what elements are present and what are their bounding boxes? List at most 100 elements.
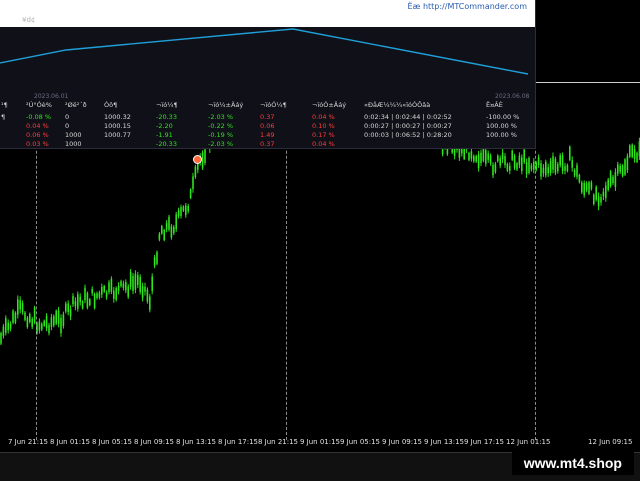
candle-body [29, 314, 31, 322]
column-header: ²Øë²´ð [65, 101, 87, 109]
candle-body [494, 163, 497, 172]
candle-body [96, 293, 98, 298]
candle-body [516, 163, 518, 170]
panel-tag: ¥d¢ [22, 16, 36, 24]
column-header: ¬ïóÓ±Äáý [312, 101, 347, 109]
candle-body [139, 276, 141, 292]
candle-body [93, 293, 96, 309]
candle-body [585, 183, 588, 191]
candle-body [110, 278, 113, 292]
table-cell: 0.37 [260, 140, 275, 148]
panel-header: ¥d¢ Ëæ http://MTCommander.com [0, 0, 535, 27]
candle-body [485, 149, 487, 164]
table-cell: 0.10 % [312, 122, 335, 130]
table-cell: 0.37 [260, 113, 275, 121]
table-cell: 1000.15 [104, 122, 131, 130]
candle-body [626, 156, 629, 171]
candle-body [9, 323, 12, 329]
candle-body [497, 155, 499, 162]
table-cell: 1.49 [260, 131, 275, 139]
candle-body [74, 301, 77, 307]
column-header: ¬ïó¼±Äáý [208, 101, 244, 109]
candle-body [624, 159, 626, 175]
time-label: 9 Jun 13:15 [424, 438, 465, 446]
candle-body [182, 206, 185, 211]
candle-body [530, 165, 533, 170]
candle-body [499, 158, 501, 166]
time-label: 8 Jun 17:15 [218, 438, 259, 446]
table-row: 0.06 % 1000 1000.77 -1.91 -0.19 % 1.49 0.17 % 0… [0, 131, 535, 140]
candle-body [578, 174, 581, 183]
status-bar: www.mt4.shop [0, 451, 640, 481]
table-cell: -100.00 % [486, 113, 520, 121]
candle-body [117, 285, 120, 291]
candle-body [149, 296, 151, 310]
table-cell: -20.33 [156, 113, 177, 121]
table-cell: 1000.32 [104, 113, 131, 121]
table-cell: 1000 [65, 131, 82, 139]
candle-body [501, 152, 504, 160]
candle-body [197, 163, 199, 171]
table-cell: -0.19 % [208, 131, 234, 139]
candle-body [168, 216, 170, 230]
candle-body [621, 165, 624, 176]
candle-body [187, 205, 189, 212]
column-header: ¬ïóÓ¼¶ [260, 101, 287, 109]
table-cell: 1000.77 [104, 131, 131, 139]
candle-body [559, 155, 561, 166]
stats-table-header: ¹¶ ²Ú°Óè% ²Øë²´ð Óô¶ ¬ïó¼¶ ¬ïó¼±Äáý ¬ïóÓ… [0, 101, 535, 113]
table-cell: ¶ [1, 113, 6, 121]
candle-body [91, 288, 93, 294]
column-header: ²Ú°Óè% [26, 101, 52, 109]
candle-body [569, 146, 571, 161]
time-label: 12 Jun 01:15 [506, 438, 551, 446]
candle-body [55, 310, 57, 324]
table-row: ¶ -0.08 % 0 1000.32 -20.33 -2.03 % 0.37 0.04 % 0… [0, 113, 535, 122]
candle-body [180, 207, 182, 216]
candle-body [141, 286, 144, 298]
candle-body [50, 317, 53, 327]
candle-body [561, 155, 564, 171]
candle-body [38, 321, 41, 331]
time-label: 9 Jun 17:15 [464, 438, 505, 446]
candle-body [619, 165, 621, 172]
candle-body [545, 161, 547, 176]
candle-body [151, 276, 153, 292]
candle-body [165, 223, 168, 230]
candle-body [477, 154, 480, 169]
trade-marker-icon[interactable] [193, 155, 202, 164]
candle-body [7, 322, 9, 331]
candle-body [192, 176, 194, 190]
candle-body [84, 287, 86, 301]
statistics-panel[interactable]: ¥d¢ Ëæ http://MTCommander.com 2023.06.01… [0, 0, 536, 149]
candle-body [521, 157, 523, 172]
column-header: «ÐåÆ¼¼¼«ïóÓÔâà [364, 101, 431, 109]
candle-body [156, 251, 158, 264]
candle-body [528, 157, 530, 174]
candle-body [101, 286, 103, 295]
brand-link[interactable]: Ëæ http://MTCommander.com [407, 2, 527, 11]
candle-body [602, 191, 605, 197]
candle-body [600, 197, 602, 203]
time-label: 7 Jun 21:15 [8, 438, 49, 446]
candle-body [0, 333, 2, 344]
candle-body [504, 156, 506, 165]
candle-body [122, 283, 125, 288]
candle-body [89, 299, 91, 306]
candle-body [631, 144, 633, 157]
candle-body [170, 226, 173, 238]
candle-body [158, 233, 161, 240]
candle-body [554, 159, 557, 173]
candle-body [482, 147, 485, 161]
candle-body [576, 165, 578, 177]
candle-body [72, 295, 74, 305]
candle-body [163, 229, 165, 241]
candle-body [105, 292, 108, 298]
candle-body [607, 179, 609, 190]
candle-body [45, 316, 48, 329]
candle-body [53, 316, 55, 326]
equity-curve [0, 28, 529, 75]
candle-body [137, 274, 139, 285]
table-cell: 0.04 % [312, 140, 335, 148]
table-row: 0.03 % 1000 -20.33 -2.03 % 0.37 0.04 % [0, 140, 535, 149]
